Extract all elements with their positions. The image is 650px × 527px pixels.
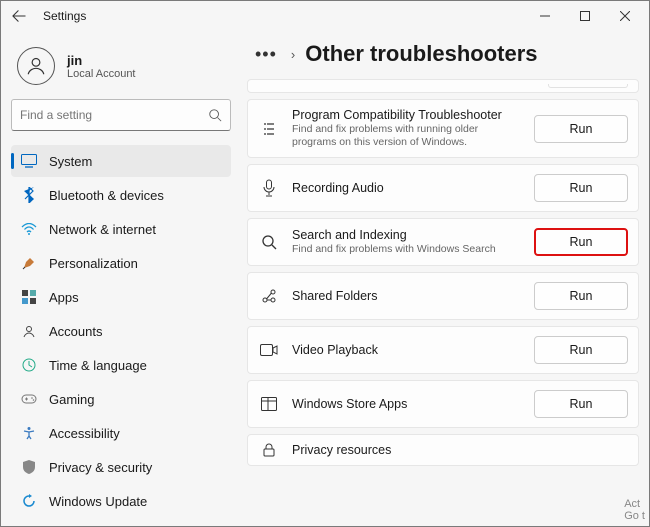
run-button-highlighted[interactable]: Run	[534, 228, 628, 256]
back-arrow-icon	[12, 9, 26, 23]
bluetooth-icon	[21, 187, 37, 203]
accessibility-icon	[21, 425, 37, 441]
user-panel[interactable]: jin Local Account	[11, 41, 231, 99]
clock-icon	[21, 357, 37, 373]
store-icon	[258, 397, 280, 411]
nav-label: Network & internet	[49, 222, 156, 237]
lock-icon	[258, 443, 280, 457]
nav-label: Apps	[49, 290, 79, 305]
sidebar-item-apps[interactable]: Apps	[11, 281, 231, 313]
user-type: Local Account	[67, 68, 136, 80]
card-search-indexing[interactable]: Search and Indexing Find and fix problem…	[247, 218, 639, 266]
sidebar-item-accounts[interactable]: Accounts	[11, 315, 231, 347]
nav-label: Privacy & security	[49, 460, 152, 475]
run-button[interactable]: Run	[534, 115, 628, 143]
list-icon	[258, 121, 280, 137]
run-button[interactable]: Run	[534, 336, 628, 364]
card-store-apps[interactable]: Windows Store Apps Run	[247, 380, 639, 428]
nav-label: Bluetooth & devices	[49, 188, 164, 203]
card-title: Windows Store Apps	[292, 397, 522, 411]
card-shared-folders[interactable]: Shared Folders Run	[247, 272, 639, 320]
sidebar-item-time[interactable]: Time & language	[11, 349, 231, 381]
close-button[interactable]	[605, 2, 645, 30]
update-icon	[21, 493, 37, 509]
card-desc: Find and fix problems with Windows Searc…	[292, 243, 522, 256]
window-title: Settings	[43, 9, 86, 23]
wifi-icon	[21, 221, 37, 237]
page-title: Other troubleshooters	[305, 41, 537, 67]
chevron-right-icon: ›	[291, 47, 295, 62]
sidebar-item-privacy[interactable]: Privacy & security	[11, 451, 231, 483]
main-panel: ••• › Other troubleshooters Program Comp…	[241, 31, 649, 526]
nav-label: Accounts	[49, 324, 102, 339]
minimize-button[interactable]	[525, 2, 565, 30]
apps-icon	[21, 289, 37, 305]
accounts-icon	[21, 323, 37, 339]
breadcrumb: ••• › Other troubleshooters	[247, 37, 639, 79]
card-program-compat[interactable]: Program Compatibility Troubleshooter Fin…	[247, 99, 639, 158]
minimize-icon	[540, 11, 550, 21]
sidebar-item-bluetooth[interactable]: Bluetooth & devices	[11, 179, 231, 211]
activation-watermark: Act Go t	[624, 498, 645, 522]
sidebar: jin Local Account System Bluetooth & dev…	[1, 31, 241, 526]
breadcrumb-more[interactable]: •••	[251, 44, 281, 65]
sidebar-item-personalization[interactable]: Personalization	[11, 247, 231, 279]
card-title: Video Playback	[292, 343, 522, 357]
card-title: Recording Audio	[292, 181, 522, 195]
sidebar-item-gaming[interactable]: Gaming	[11, 383, 231, 415]
card-title: Privacy resources	[292, 443, 628, 457]
search-field[interactable]	[20, 108, 208, 122]
search-input[interactable]	[11, 99, 231, 131]
user-name: jin	[67, 53, 136, 68]
run-button[interactable]: Run	[534, 390, 628, 418]
nav-list: System Bluetooth & devices Network & int…	[11, 145, 231, 517]
run-button[interactable]: Run	[534, 282, 628, 310]
avatar	[17, 47, 55, 85]
mic-icon	[258, 179, 280, 197]
nav-label: Gaming	[49, 392, 95, 407]
system-icon	[21, 153, 37, 169]
search-icon	[208, 108, 222, 122]
nav-label: System	[49, 154, 92, 169]
video-icon	[258, 343, 280, 357]
sidebar-item-update[interactable]: Windows Update	[11, 485, 231, 517]
maximize-button[interactable]	[565, 2, 605, 30]
close-icon	[620, 11, 630, 21]
card-video-playback[interactable]: Video Playback Run	[247, 326, 639, 374]
gaming-icon	[21, 391, 37, 407]
search-icon	[258, 234, 280, 250]
troubleshooter-list: Program Compatibility Troubleshooter Fin…	[247, 79, 639, 466]
nav-label: Time & language	[49, 358, 147, 373]
sidebar-item-network[interactable]: Network & internet	[11, 213, 231, 245]
card-title: Shared Folders	[292, 289, 522, 303]
back-button[interactable]	[7, 4, 31, 28]
run-button[interactable]: Run	[534, 174, 628, 202]
sidebar-item-system[interactable]: System	[11, 145, 231, 177]
user-icon	[25, 55, 47, 77]
card-privacy-resources[interactable]: Privacy resources	[247, 434, 639, 466]
paint-icon	[21, 255, 37, 271]
nav-label: Accessibility	[49, 426, 120, 441]
card-title: Search and Indexing	[292, 228, 522, 242]
card-desc: Find and fix problems with running older…	[292, 123, 522, 149]
title-bar: Settings	[1, 1, 649, 31]
nav-label: Personalization	[49, 256, 138, 271]
sidebar-item-accessibility[interactable]: Accessibility	[11, 417, 231, 449]
card-recording-audio[interactable]: Recording Audio Run	[247, 164, 639, 212]
shield-icon	[21, 459, 37, 475]
card-title: Program Compatibility Troubleshooter	[292, 108, 522, 122]
maximize-icon	[580, 11, 590, 21]
share-icon	[258, 288, 280, 304]
card-stub-top	[247, 79, 639, 93]
nav-label: Windows Update	[49, 494, 147, 509]
